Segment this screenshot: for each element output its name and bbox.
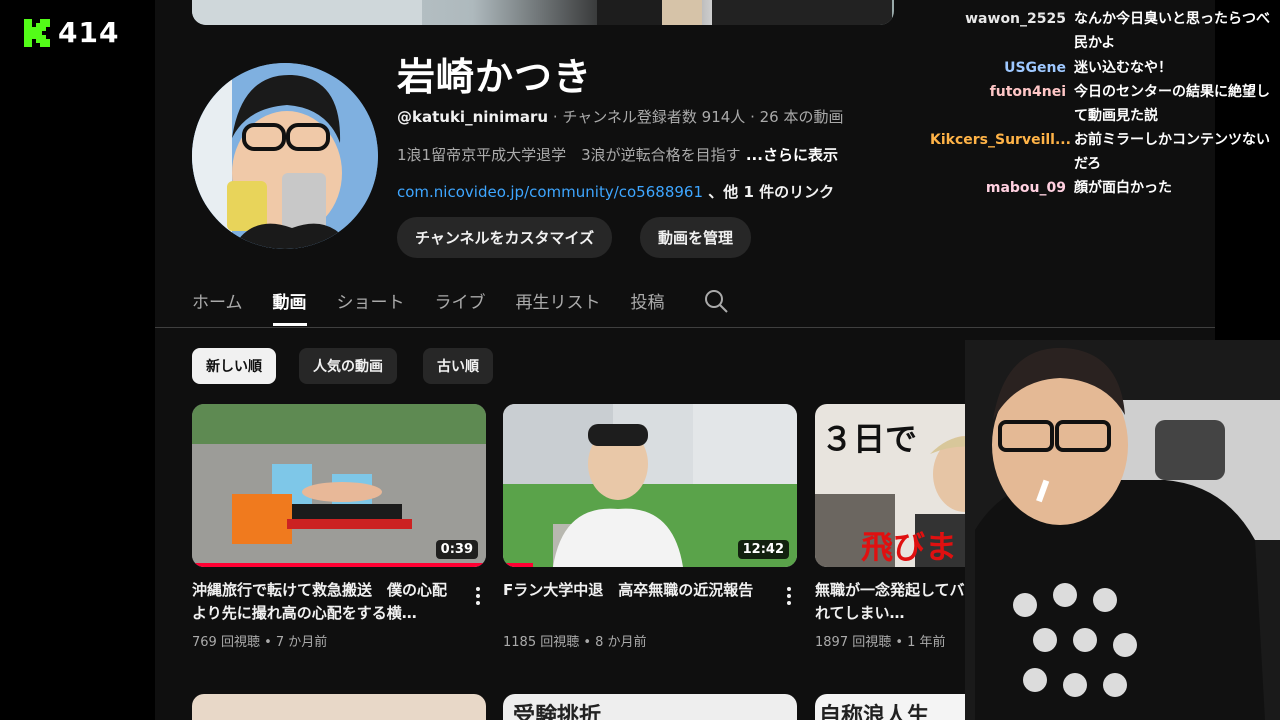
description-text: 1浪1留帝京平成大学退学 3浪が逆転合格を目指す [397,146,741,164]
channel-stats: · チャンネル登録者数 914人 · 26 本の動画 [548,108,844,126]
video-thumbnail[interactable]: 12:42 [503,404,797,567]
manage-videos-button[interactable]: 動画を管理 [640,217,752,258]
channel-links: com.nicovideo.jp/community/co5688961 、他 … [397,181,834,202]
video-duration: 12:42 [737,540,789,559]
tab-divider [155,327,1215,328]
channel-tabs: ホーム 動画 ショート ライブ 再生リスト 投稿 [192,276,729,326]
thumbnail-caption: 受験挑折 [513,704,602,720]
chip-newest[interactable]: 新しい順 [192,348,276,384]
video-thumbnail[interactable] [192,694,486,720]
chat-username: Kikcers_Surveill... [930,132,1071,148]
more-options-icon[interactable] [781,584,797,608]
show-more-link[interactable]: ...さらに表示 [741,146,838,164]
channel-name: 岩崎かつき [397,55,593,99]
thumbnail-caption: ３日で [821,420,918,458]
channel-banner [192,0,894,25]
webcam-overlay [965,340,1280,720]
video-title[interactable]: 沖縄旅行で転けて救急搬送 僕の心配より先に撮れ高の心配をする横… [192,579,462,625]
kick-logo-icon [24,18,50,47]
chat-username: wawon_2525 [965,11,1066,27]
channel-avatar[interactable] [192,63,378,249]
video-card[interactable]: 12:42 Fラン大学中退 高卒無職の近況報告 1185 回視聴 • 8 か月前 [503,404,797,650]
video-duration: 0:39 [435,540,478,559]
search-icon[interactable] [703,288,729,314]
chat-username: USGene [1004,60,1066,76]
viewer-count: 414 [58,16,120,49]
video-meta: 769 回視聴 • 7 か月前 [192,635,328,650]
banner-image [192,0,892,25]
channel-meta: @katuki_ninimaru · チャンネル登録者数 914人 · 26 本… [397,106,843,127]
chat-text: お前ミラーしかコンテンツないだろ [1074,132,1270,172]
more-options-icon[interactable] [470,584,486,608]
chip-oldest[interactable]: 古い順 [423,348,493,384]
video-thumbnail[interactable]: 受験挑折 [503,694,797,720]
customize-channel-button[interactable]: チャンネルをカスタマイズ [397,217,613,258]
watch-progress-bar [192,563,486,567]
chat-username: futon4nei [989,84,1066,100]
chat-username: mabou_09 [985,180,1066,196]
tab-posts[interactable]: 投稿 [631,276,665,326]
tab-videos[interactable]: 動画 [272,276,307,326]
channel-description[interactable]: 1浪1留帝京平成大学退学 3浪が逆転合格を目指す ...さらに表示 [397,144,838,165]
tab-home[interactable]: ホーム [192,276,243,326]
chat-text: 顔が面白かった [1074,180,1172,196]
other-links[interactable]: 、他 1 件のリンク [703,183,834,201]
chip-popular[interactable]: 人気の動画 [299,348,397,384]
video-thumbnail[interactable]: 0:39 [192,404,486,567]
chat-text: 今日のセンターの結果に絶望して動画見た説 [1074,84,1270,124]
chat-text: 迷い込むなや！ [1074,60,1172,76]
tab-shorts[interactable]: ショート [337,276,405,326]
watch-progress-bar [503,563,533,567]
video-card[interactable]: 0:39 沖縄旅行で転けて救急搬送 僕の心配より先に撮れ高の心配をする横… 76… [192,404,486,650]
video-meta: 1185 回視聴 • 8 か月前 [503,635,647,650]
viewer-count-badge: 414 [24,16,119,49]
thumbnail-caption: 飛びま [861,528,958,566]
tab-playlists[interactable]: 再生リスト [516,276,601,326]
channel-handle: @katuki_ninimaru [397,108,549,126]
tab-live[interactable]: ライブ [435,276,486,326]
channel-link[interactable]: com.nicovideo.jp/community/co5688961 [397,183,703,201]
video-title[interactable]: Fラン大学中退 高卒無職の近況報告 [503,579,773,625]
thumbnail-caption: 自称浪人生 [819,704,930,720]
chat-text: なんか今日臭いと思ったらつべ民かよ [1074,11,1270,51]
